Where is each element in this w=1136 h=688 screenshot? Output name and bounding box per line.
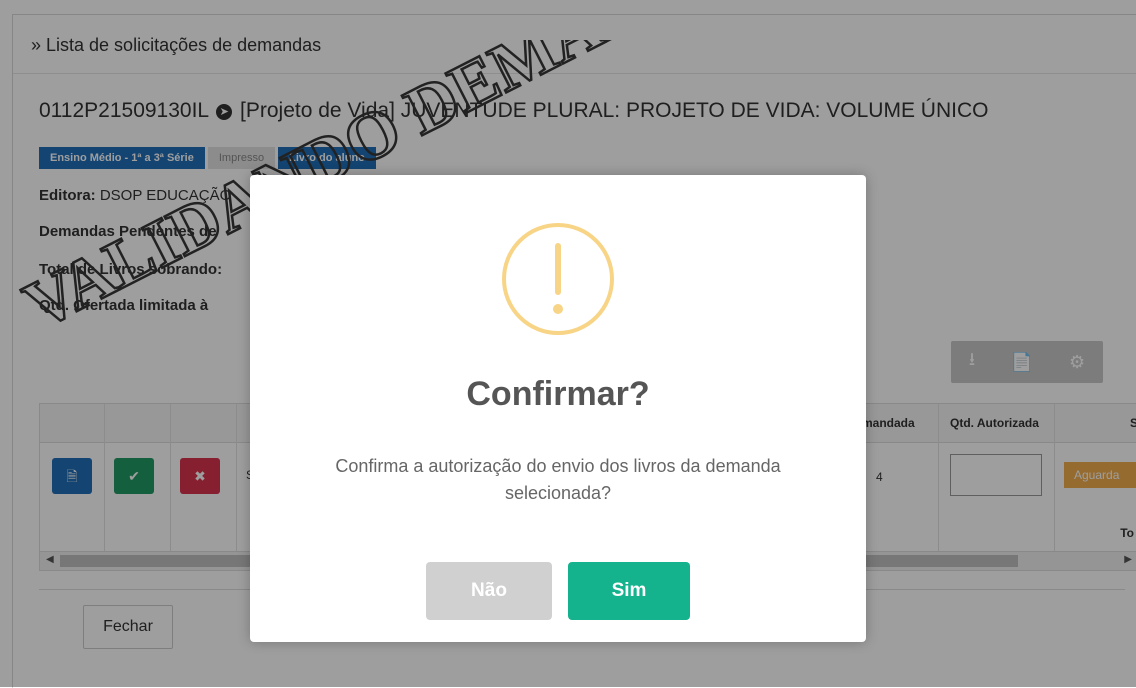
cancel-button[interactable]: Não [426,562,552,620]
warning-icon [502,223,614,335]
dialog-message: Confirma a autorização do envio dos livr… [335,456,781,503]
dialog-title: Confirmar? [466,375,650,413]
confirm-dialog: Confirmar? Confirma a autorização do env… [250,175,866,642]
confirm-button[interactable]: Sim [568,562,690,620]
